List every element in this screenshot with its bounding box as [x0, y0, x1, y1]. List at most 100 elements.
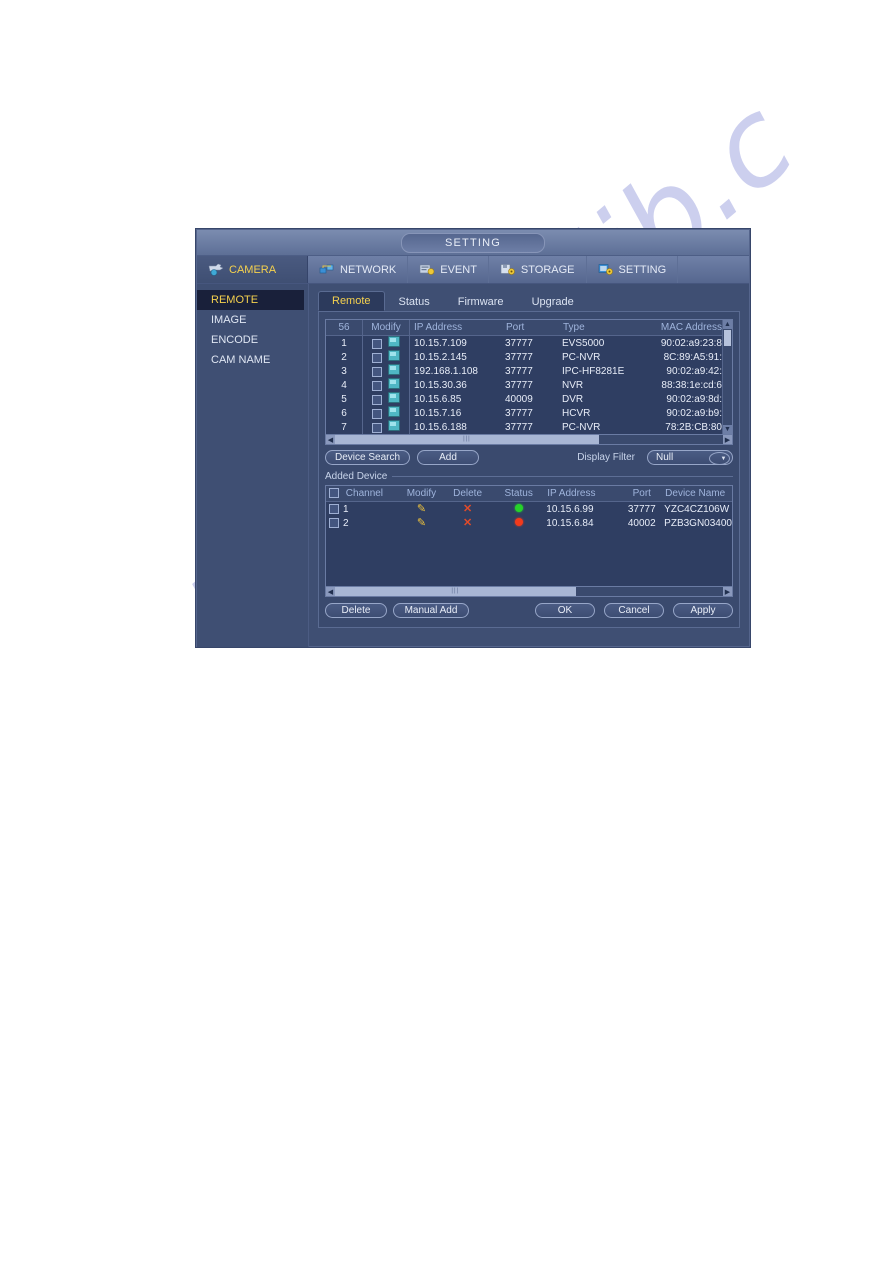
edit-pencil-icon[interactable]: ✎ [417, 503, 426, 515]
col-device-name: Device Name [664, 486, 732, 502]
tab-upgrade[interactable]: Upgrade [518, 292, 588, 311]
cell-port: 37777 [505, 421, 533, 433]
table-row[interactable]: 1 ✎ ✕ 10.15.6.99 37777 YZC4CZ106W [326, 502, 732, 517]
cell-port: 40009 [505, 393, 533, 405]
modify-device-icon[interactable] [388, 336, 400, 347]
modify-device-icon[interactable] [388, 392, 400, 403]
cell-modify[interactable] [362, 420, 410, 434]
setting-icon [598, 263, 614, 276]
cell-delete[interactable]: ✕ [444, 502, 491, 517]
device-list-vertical-scrollbar[interactable]: ▲ ▼ [722, 320, 732, 434]
table-row[interactable]: 2 ✎ ✕ 10.15.6.84 40002 PZB3GN03400 [326, 516, 732, 530]
table-row[interactable]: 2 10.15.2.145 37777 PC-NVR 8C:89:A5:91: [326, 350, 732, 364]
col-port: Port [505, 320, 562, 336]
sidebar-item-cam-name[interactable]: CAM NAME [197, 350, 308, 370]
cell-modify[interactable] [362, 350, 410, 364]
row-checkbox[interactable] [372, 353, 382, 364]
row-checkbox[interactable] [372, 339, 382, 350]
cancel-button[interactable]: Cancel [604, 603, 664, 618]
col-channel-label: Channel [345, 488, 384, 499]
modify-device-icon[interactable] [388, 364, 400, 375]
cell-port: 37777 [505, 407, 533, 419]
cell-modify[interactable] [362, 364, 410, 378]
modify-device-icon[interactable] [388, 406, 400, 417]
display-filter-label: Display Filter [577, 452, 635, 463]
ok-button[interactable]: OK [535, 603, 595, 618]
cell-device-name: YZC4CZ106W [664, 503, 730, 515]
col-port: Port [619, 486, 665, 502]
table-header-row: 56 Modify IP Address Port Type MAC Addre… [326, 320, 732, 336]
sidebar-item-remote[interactable]: REMOTE [197, 290, 304, 310]
nav-item-event[interactable]: EVENT [408, 256, 489, 283]
table-row[interactable]: 3 192.168.1.108 37777 IPC-HF8281E 90:02:a9:4… [326, 364, 732, 378]
col-delete: Delete [444, 486, 492, 502]
nav-label-setting: SETTING [618, 263, 667, 276]
display-filter-select[interactable]: Null ▼ [647, 450, 733, 465]
tab-firmware[interactable]: Firmware [444, 292, 518, 311]
modify-device-icon[interactable] [388, 378, 400, 389]
chevron-down-icon[interactable]: ▼ [709, 452, 730, 465]
scrollbar-thumb[interactable] [724, 330, 731, 346]
added-device-horizontal-scrollbar[interactable]: ◀ ||| ▶ [325, 587, 733, 597]
scroll-right-icon[interactable]: ▶ [723, 435, 732, 444]
cell-device-name: PZB3GN03400 [664, 517, 732, 529]
cell-no: 7 [326, 420, 363, 434]
col-modify: Modify [398, 486, 445, 502]
table-row[interactable]: 5 10.15.6.85 40009 DVR 90:02:a9:8d: [326, 392, 732, 406]
row-checkbox[interactable] [372, 423, 382, 434]
cell-type: NVR [562, 379, 584, 391]
nav-item-storage[interactable]: STORAGE [489, 256, 587, 283]
cell-modify[interactable] [362, 406, 410, 420]
tab-remote[interactable]: Remote [318, 291, 385, 311]
sidebar-item-image[interactable]: IMAGE [197, 310, 308, 330]
row-checkbox[interactable] [329, 503, 339, 514]
cell-modify[interactable] [362, 335, 410, 350]
table-row[interactable]: 4 10.15.30.36 37777 NVR 88:38:1e:cd:6 [326, 378, 732, 392]
apply-button[interactable]: Apply [673, 603, 733, 618]
delete-x-icon[interactable]: ✕ [463, 503, 472, 515]
table-row[interactable]: 1 10.15.7.109 37777 EVS5000 90:02:a9:23:8 [326, 335, 732, 350]
row-checkbox[interactable] [372, 409, 382, 420]
scrollbar-grip: ||| [451, 588, 460, 594]
sidebar-item-encode[interactable]: ENCODE [197, 330, 308, 350]
scroll-right-icon[interactable]: ▶ [723, 587, 732, 596]
cell-type: DVR [562, 393, 584, 405]
row-checkbox[interactable] [372, 367, 382, 378]
select-all-checkbox[interactable] [329, 488, 339, 499]
row-checkbox[interactable] [372, 381, 382, 392]
row-checkbox[interactable] [372, 395, 382, 406]
add-button[interactable]: Add [417, 450, 480, 465]
table-row[interactable]: 6 10.15.7.16 37777 HCVR 90:02:a9:b9: [326, 406, 732, 420]
manual-add-button[interactable]: Manual Add [393, 603, 469, 618]
cell-ip: 10.15.7.16 [414, 407, 462, 419]
modify-device-icon[interactable] [388, 350, 400, 361]
scroll-up-icon[interactable]: ▲ [723, 320, 732, 329]
cell-delete[interactable]: ✕ [444, 516, 491, 530]
table-row[interactable]: 7 10.15.6.188 37777 PC-NVR 78:2B:CB:80 [326, 420, 732, 434]
scrollbar-track[interactable]: ||| [335, 435, 723, 444]
scroll-left-icon[interactable]: ◀ [326, 435, 335, 444]
cell-modify[interactable]: ✎ [399, 502, 444, 517]
cell-no: 4 [326, 378, 363, 392]
device-search-button[interactable]: Device Search [325, 450, 411, 465]
cell-modify[interactable]: ✎ [399, 516, 444, 530]
nav-item-network[interactable]: NETWORK [308, 256, 409, 283]
cell-no: 5 [326, 392, 363, 406]
edit-pencil-icon[interactable]: ✎ [417, 517, 426, 529]
scrollbar-thumb[interactable]: ||| [335, 435, 599, 444]
nav-item-setting[interactable]: SETTING [587, 256, 679, 283]
modify-device-icon[interactable] [388, 420, 400, 431]
device-list-horizontal-scrollbar[interactable]: ◀ ||| ▶ [325, 435, 733, 445]
cell-modify[interactable] [362, 378, 410, 392]
delete-x-icon[interactable]: ✕ [463, 517, 472, 529]
col-count: 56 [326, 320, 363, 336]
cell-modify[interactable] [362, 392, 410, 406]
tab-status[interactable]: Status [385, 292, 444, 311]
scrollbar-track[interactable]: ||| [335, 587, 723, 596]
scroll-left-icon[interactable]: ◀ [326, 587, 335, 596]
delete-button[interactable]: Delete [325, 603, 387, 618]
row-checkbox[interactable] [329, 517, 339, 528]
scrollbar-thumb[interactable]: ||| [335, 587, 576, 596]
nav-item-camera[interactable]: CAMERA [197, 256, 308, 283]
scroll-down-icon[interactable]: ▼ [723, 425, 732, 434]
